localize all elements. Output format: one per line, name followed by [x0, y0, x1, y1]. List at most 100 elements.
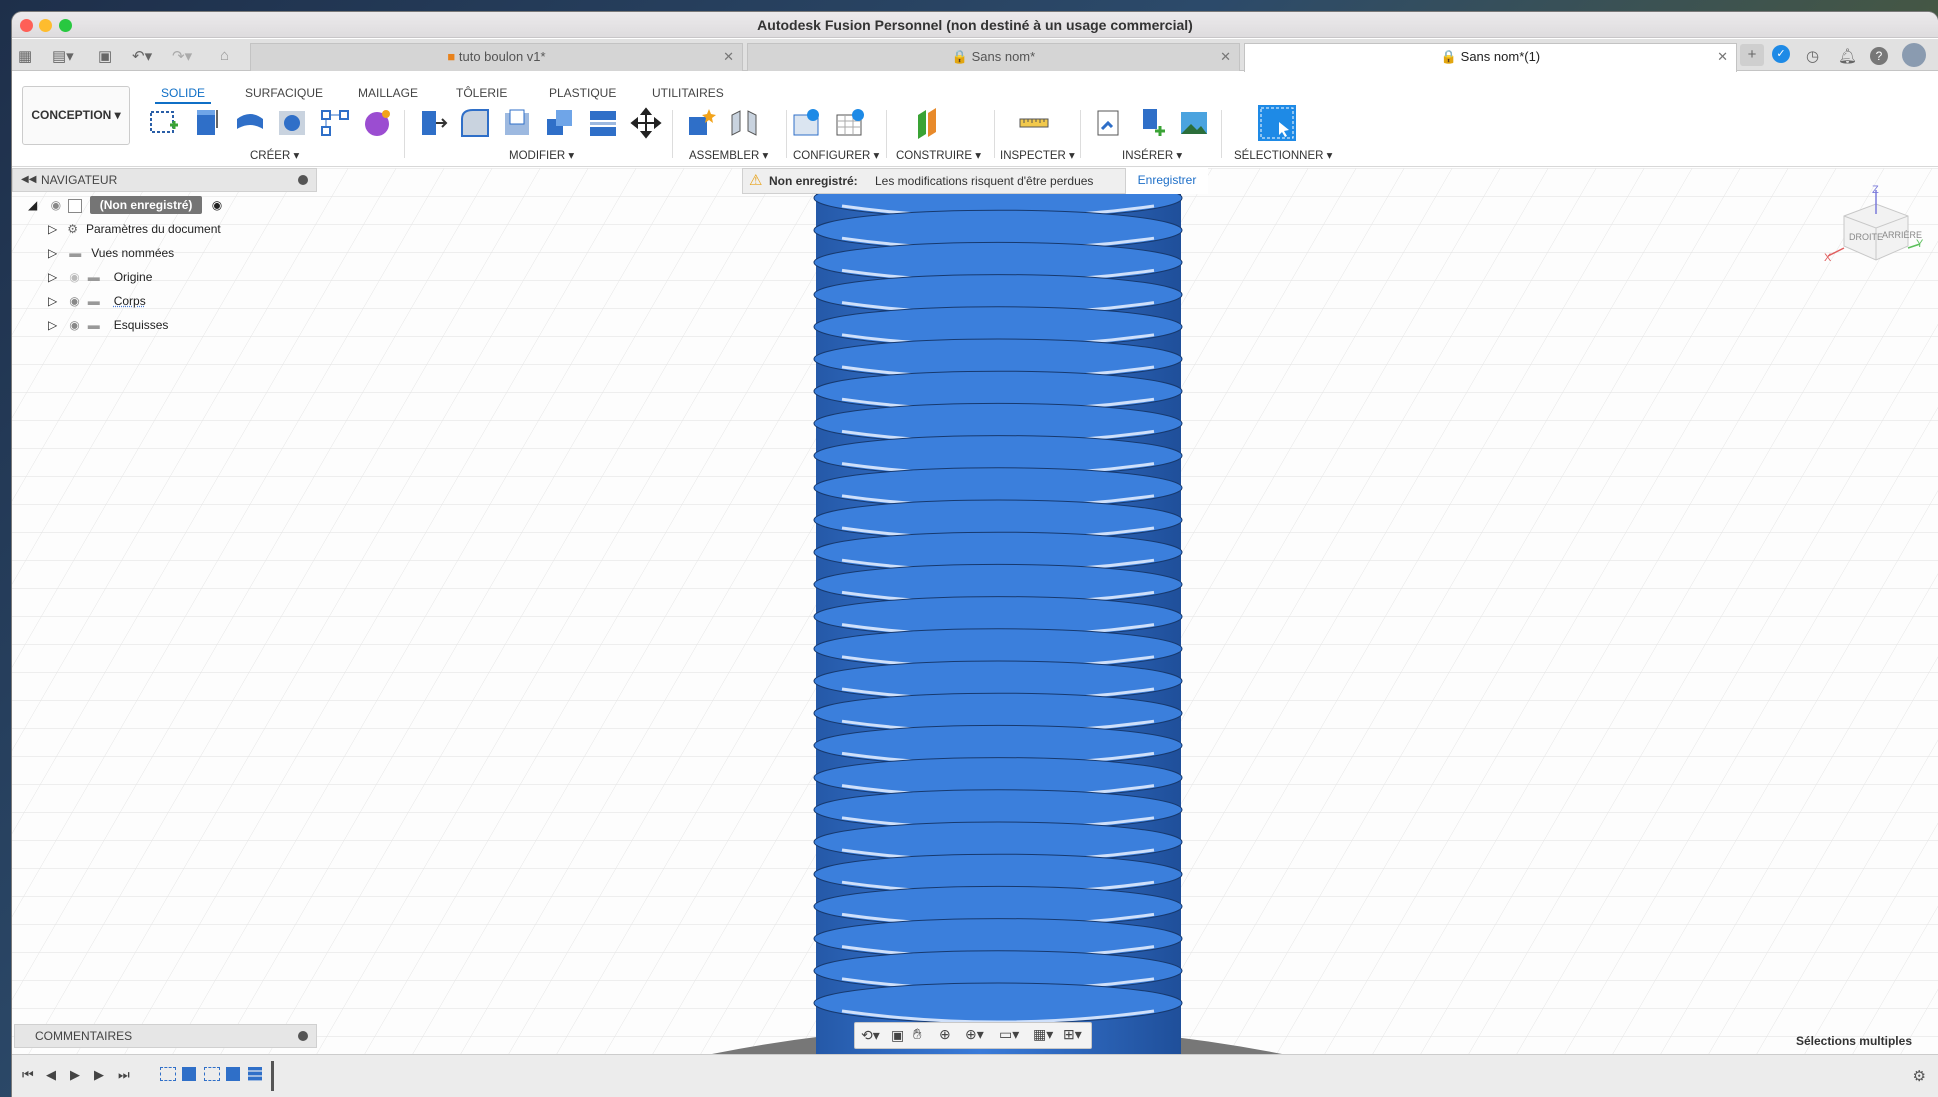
new-component-icon[interactable]	[685, 107, 717, 139]
workspace-switcher[interactable]: CONCEPTION ▾	[22, 86, 130, 145]
help-icon[interactable]: ?	[1870, 47, 1888, 65]
view-cube[interactable]: DROITE ARRIÈRE X Y Z	[1824, 184, 1924, 278]
viewcube-face-right[interactable]: DROITE	[1849, 232, 1883, 242]
tab-sans-nom[interactable]: 🔒 Sans nom* ✕	[747, 43, 1240, 71]
collapse-arrow-icon[interactable]: ◢	[28, 198, 37, 212]
group-creer[interactable]: CRÉER ▾	[250, 148, 299, 162]
activate-radio-icon[interactable]: ◉	[212, 198, 222, 212]
timeline-marker[interactable]	[271, 1061, 274, 1091]
group-inserer[interactable]: INSÉRER ▾	[1122, 148, 1182, 162]
expand-arrow-icon[interactable]: ▷	[48, 246, 57, 260]
pattern-icon[interactable]	[319, 107, 351, 139]
undo-icon[interactable]: ↶▾	[132, 47, 152, 65]
group-selectionner[interactable]: SÉLECTIONNER ▾	[1234, 148, 1332, 162]
user-avatar[interactable]	[1902, 43, 1926, 67]
timeline-extrude-icon[interactable]	[182, 1067, 196, 1081]
tree-item-parametres[interactable]: ▷ ⚙ Paramètres du document	[48, 218, 221, 240]
insert-mcmaster-icon[interactable]	[1135, 107, 1167, 139]
fit-icon[interactable]: ⊕▾	[965, 1026, 984, 1043]
group-configurer[interactable]: CONFIGURER ▾	[793, 148, 879, 162]
revolve-icon[interactable]	[234, 107, 266, 139]
extrude-icon[interactable]	[191, 107, 223, 139]
split-body-icon[interactable]	[587, 107, 619, 139]
zoom-window-button[interactable]	[59, 19, 72, 32]
group-modifier[interactable]: MODIFIER ▾	[509, 148, 574, 162]
combine-icon[interactable]	[544, 107, 576, 139]
tab-utilitaires[interactable]: UTILITAIRES	[652, 86, 724, 100]
notifications-icon[interactable]: 🔔︎	[1838, 47, 1857, 65]
measure-icon[interactable]	[1018, 107, 1050, 139]
close-tab-icon[interactable]: ✕	[1220, 44, 1231, 70]
tab-maillage[interactable]: MAILLAGE	[358, 86, 418, 100]
close-tab-icon[interactable]: ✕	[1717, 44, 1728, 70]
configuration-table-icon[interactable]	[834, 107, 866, 139]
fillet-icon[interactable]	[459, 107, 491, 139]
tab-tolerie[interactable]: TÔLERIE	[456, 86, 507, 100]
data-panel-grid-icon[interactable]: ▦	[18, 47, 32, 65]
tree-item-origine[interactable]: ▷ ◉ ▬ Origine	[48, 266, 152, 288]
visibility-eye-icon[interactable]: ◉	[51, 198, 61, 212]
expand-arrow-icon[interactable]: ▷	[48, 294, 57, 308]
visibility-eye-icon[interactable]: ◉	[69, 318, 79, 332]
tree-item-vues-nommees[interactable]: ▷ ▬ Vues nommées	[48, 242, 174, 264]
timeline-sketch-icon[interactable]	[204, 1067, 220, 1081]
viewports-icon[interactable]: ⊞▾	[1063, 1026, 1082, 1043]
root-component-label[interactable]: (Non enregistré)	[89, 196, 203, 214]
tree-item-corps[interactable]: ▷ ◉ ▬ Corps	[48, 290, 146, 312]
collapse-panel-icon[interactable]: ◀◀	[21, 169, 36, 191]
offset-plane-icon[interactable]	[912, 107, 944, 139]
select-icon[interactable]	[1257, 104, 1297, 142]
timeline-thread-icon[interactable]	[248, 1067, 262, 1081]
tree-root[interactable]: ◢ ◉ (Non enregistré) ◉	[28, 194, 278, 216]
navigator-options-icon[interactable]	[298, 175, 308, 185]
timeline-sketch-icon[interactable]	[160, 1067, 176, 1081]
expand-arrow-icon[interactable]: ▷	[48, 270, 57, 284]
home-icon[interactable]: ⌂	[220, 47, 229, 64]
configure-icon[interactable]	[791, 107, 823, 139]
tab-plastique[interactable]: PLASTIQUE	[549, 86, 616, 100]
expand-arrow-icon[interactable]: ▷	[48, 318, 57, 332]
timeline-settings-gear-icon[interactable]: ⚙	[1913, 1067, 1926, 1085]
tab-sans-nom-1[interactable]: 🔒 Sans nom*(1) ✕	[1244, 43, 1737, 72]
group-construire[interactable]: CONSTRUIRE ▾	[896, 148, 981, 162]
tree-item-esquisses[interactable]: ▷ ◉ ▬ Esquisses	[48, 314, 168, 336]
threaded-bolt-model[interactable]	[813, 168, 1183, 1054]
timeline-extrude-icon[interactable]	[226, 1067, 240, 1081]
close-window-button[interactable]	[20, 19, 33, 32]
expand-arrow-icon[interactable]: ▷	[48, 222, 57, 236]
play-icon[interactable]: ▶︎	[70, 1067, 80, 1083]
minimize-window-button[interactable]	[39, 19, 52, 32]
press-pull-icon[interactable]	[416, 107, 448, 139]
navigator-header[interactable]: ◀◀ NAVIGATEUR	[12, 168, 317, 192]
move-copy-icon[interactable]	[630, 107, 662, 139]
grid-settings-icon[interactable]: ▦▾	[1033, 1026, 1053, 1043]
orbit-icon[interactable]: ⟲▾	[861, 1027, 880, 1044]
create-form-icon[interactable]	[362, 107, 394, 139]
extensions-icon[interactable]: ✓	[1772, 45, 1790, 63]
group-assembler[interactable]: ASSEMBLER ▾	[689, 148, 768, 162]
create-sketch-icon[interactable]	[148, 107, 180, 139]
new-tab-icon[interactable]: +	[1740, 44, 1764, 66]
insert-canvas-icon[interactable]	[1178, 107, 1210, 139]
file-menu-icon[interactable]: ▤▾	[52, 47, 74, 65]
joint-icon[interactable]	[728, 107, 760, 139]
insert-derive-icon[interactable]	[1092, 107, 1124, 139]
step-forward-icon[interactable]: ▶︎	[94, 1067, 104, 1083]
look-at-icon[interactable]: ▣	[891, 1027, 904, 1044]
step-back-icon[interactable]: ◀︎	[46, 1067, 56, 1083]
comments-panel[interactable]: COMMENTAIRES	[14, 1024, 317, 1048]
hole-icon[interactable]	[276, 107, 308, 139]
tab-solide[interactable]: SOLIDE	[154, 86, 212, 104]
shell-icon[interactable]	[501, 107, 533, 139]
close-tab-icon[interactable]: ✕	[723, 44, 734, 70]
model-canvas[interactable]	[12, 168, 1938, 1054]
zoom-icon[interactable]: ⊕	[939, 1026, 951, 1043]
visibility-eye-icon[interactable]: ◉	[69, 294, 79, 308]
tab-surfacique[interactable]: SURFACIQUE	[245, 86, 323, 100]
display-settings-icon[interactable]: ▭▾	[999, 1026, 1019, 1043]
add-comment-icon[interactable]	[298, 1031, 308, 1041]
go-to-end-icon[interactable]: ⏭	[118, 1067, 130, 1083]
tab-tuto-boulon[interactable]: ■ tuto boulon v1* ✕	[250, 43, 743, 71]
go-to-start-icon[interactable]: ⏮	[22, 1067, 34, 1083]
canvas-viewport[interactable]: ◀◀ NAVIGATEUR ◢ ◉ (Non enregistré) ◉ ▷ ⚙ P…	[12, 168, 1938, 1054]
